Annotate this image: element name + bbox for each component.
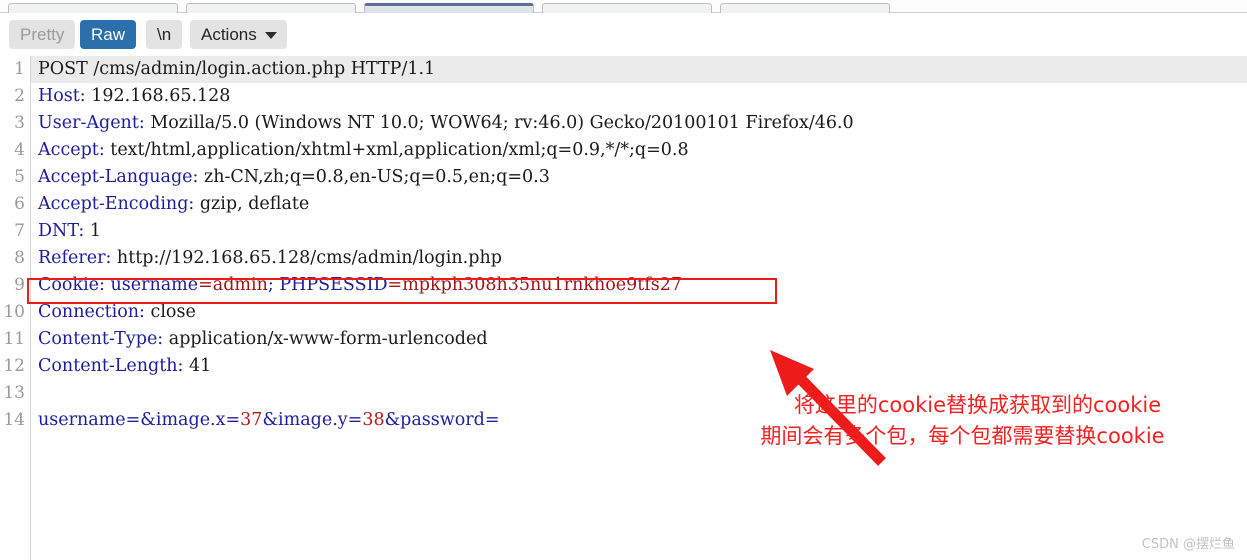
request-line[interactable]: User-Agent: Mozilla/5.0 (Windows NT 10.0… xyxy=(31,110,1247,137)
line-number: 10 xyxy=(3,302,25,322)
token-hdr: DNT: xyxy=(38,221,85,241)
line-number: 14 xyxy=(3,410,25,430)
token-pkey: username xyxy=(110,275,199,295)
token-hdr: Referer: xyxy=(38,248,112,268)
token-val: http://192.168.65.128/cms/admin/login.ph… xyxy=(111,248,502,268)
line-number: 7 xyxy=(14,221,25,241)
line-number: 9 xyxy=(14,275,25,295)
token-pkey: ; xyxy=(267,275,280,295)
request-line[interactable]: Content-Type: application/x-www-form-url… xyxy=(31,326,1247,353)
token-val: 192.168.65.128 xyxy=(85,86,231,106)
request-line[interactable]: Accept: text/html,application/xhtml+xml,… xyxy=(31,137,1247,164)
token-pkey: &image.y= xyxy=(262,410,363,430)
request-line[interactable]: Referer: http://192.168.65.128/cms/admin… xyxy=(31,245,1247,272)
tab-strip xyxy=(0,0,1247,17)
token-hdr: Accept-Language: xyxy=(38,167,199,187)
annotation-line-1: 将这里的cookie替换成获取到的cookie xyxy=(793,393,1162,417)
token-val: POST /cms/admin/login.action.php HTTP/1.… xyxy=(38,59,436,79)
actions-button[interactable]: Actions xyxy=(190,20,287,49)
token-cval: =mpkph308h35nu1rnkhoe9tfs27 xyxy=(387,275,682,295)
tab-pretty[interactable]: Pretty xyxy=(9,20,76,49)
line-number: 12 xyxy=(3,356,25,376)
token-val: Mozilla/5.0 (Windows NT 10.0; WOW64; rv:… xyxy=(144,113,854,133)
line-number: 2 xyxy=(14,86,25,106)
line-number: 11 xyxy=(3,329,25,349)
line-number: 5 xyxy=(14,167,25,187)
line-number: 6 xyxy=(14,194,25,214)
request-raw-text[interactable]: POST /cms/admin/login.action.php HTTP/1.… xyxy=(31,56,1247,560)
token-pnum: 38 xyxy=(362,410,385,430)
annotation-text: 将这里的cookie替换成获取到的cookie 期间会有多个包，每个包都需要替换… xyxy=(690,390,1235,452)
line-number-gutter: 1 2 3 4 5 6 7 8 9 10 11 12 13 14 xyxy=(0,56,31,560)
token-hdr: Accept-Encoding: xyxy=(38,194,195,214)
actions-label: Actions xyxy=(201,25,257,44)
token-pkey: username=&image.x= xyxy=(38,410,241,430)
line-number: 1 xyxy=(14,59,25,79)
chevron-down-icon xyxy=(264,32,277,39)
token-pkey: &password= xyxy=(384,410,500,430)
token-hdr: Host: xyxy=(38,86,86,106)
request-line[interactable]: Accept-Encoding: gzip, deflate xyxy=(31,191,1247,218)
request-editor[interactable]: 1 2 3 4 5 6 7 8 9 10 11 12 13 14 POST /cms/admin/logi… xyxy=(0,56,1247,560)
token-hdr: Cookie: xyxy=(38,275,111,295)
line-number: 4 xyxy=(14,140,25,160)
token-pkey: PHPSESSID xyxy=(279,275,388,295)
line-number: 13 xyxy=(3,383,25,403)
line-number: 8 xyxy=(14,248,25,268)
token-val: application/x-www-form-urlencoded xyxy=(163,329,488,349)
token-val: 41 xyxy=(183,356,212,376)
request-line[interactable]: Host: 192.168.65.128 xyxy=(31,83,1247,110)
editor-toolbar: Pretty Raw \n Actions xyxy=(0,13,1247,56)
line-number: 3 xyxy=(14,113,25,133)
token-hdr: Accept: xyxy=(38,140,105,160)
token-val: zh-CN,zh;q=0.8,en-US;q=0.5,en;q=0.3 xyxy=(198,167,550,187)
token-pnum: 37 xyxy=(240,410,263,430)
token-val: 1 xyxy=(84,221,101,241)
annotation-line-2: 期间会有多个包，每个包都需要替换cookie xyxy=(760,424,1165,448)
toggle-newline[interactable]: \n xyxy=(146,20,183,49)
token-hdr: Content-Length: xyxy=(38,356,184,376)
token-val: gzip, deflate xyxy=(194,194,310,214)
request-line[interactable]: Connection: close xyxy=(31,299,1247,326)
tab-raw[interactable]: Raw xyxy=(80,20,137,49)
request-line[interactable]: Cookie: username=admin; PHPSESSID=mpkph3… xyxy=(31,272,1247,299)
watermark: CSDN @摆烂鱼 xyxy=(1141,537,1235,552)
token-hdr: Connection: xyxy=(38,302,145,322)
token-cval: =admin xyxy=(198,275,268,295)
request-line[interactable]: Content-Length: 41 xyxy=(31,353,1247,380)
request-line[interactable]: DNT: 1 xyxy=(31,218,1247,245)
token-hdr: User-Agent: xyxy=(38,113,145,133)
token-val: text/html,application/xhtml+xml,applicat… xyxy=(104,140,689,160)
request-line[interactable]: Accept-Language: zh-CN,zh;q=0.8,en-US;q=… xyxy=(31,164,1247,191)
token-hdr: Content-Type: xyxy=(38,329,164,349)
request-line[interactable]: POST /cms/admin/login.action.php HTTP/1.… xyxy=(31,56,1247,83)
token-val: close xyxy=(144,302,196,322)
